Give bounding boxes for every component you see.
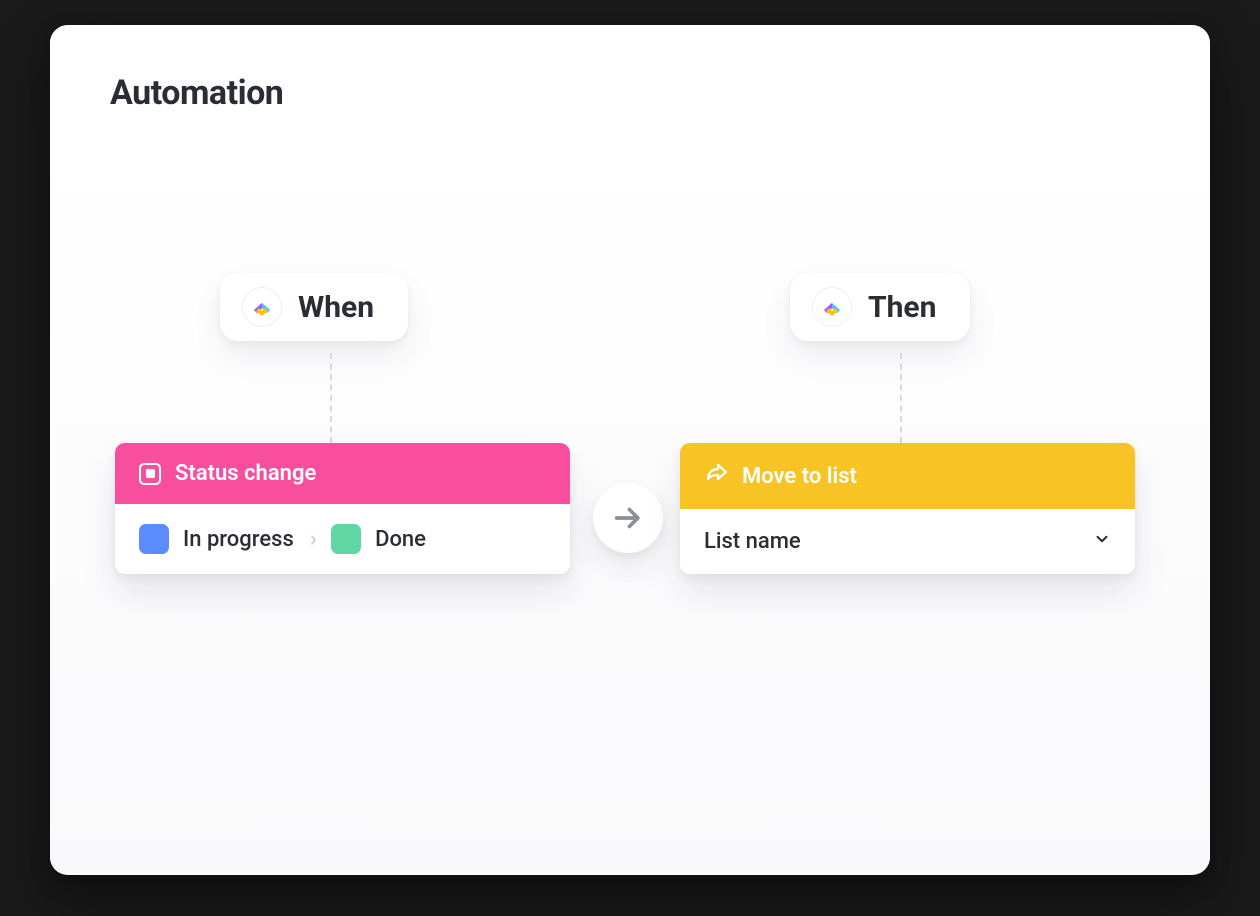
automation-panel: Automation When — [50, 25, 1210, 875]
share-arrow-icon — [704, 461, 728, 491]
then-pill[interactable]: Then — [790, 273, 970, 341]
when-label: When — [298, 290, 374, 325]
trigger-card[interactable]: Status change In progress ›› Done — [115, 443, 570, 574]
trigger-body: In progress ›› Done — [115, 504, 570, 574]
then-label: Then — [868, 290, 936, 325]
from-status-label: In progress — [183, 527, 294, 552]
panel-header: Automation — [50, 25, 1210, 143]
transition-arrow-icon: ›› — [308, 527, 317, 552]
clickup-logo-icon — [242, 287, 282, 327]
list-select-placeholder: List name — [704, 529, 801, 554]
status-change-icon — [139, 463, 161, 485]
action-card[interactable]: Move to list List name — [680, 443, 1135, 574]
action-label: Move to list — [742, 464, 857, 489]
connector-line — [900, 353, 902, 443]
flow-arrow — [593, 483, 663, 553]
when-pill[interactable]: When — [220, 273, 408, 341]
trigger-header[interactable]: Status change — [115, 443, 570, 504]
chevron-down-icon — [1093, 529, 1111, 554]
status-color-swatch — [139, 524, 169, 554]
arrow-right-icon — [611, 501, 645, 535]
action-header[interactable]: Move to list — [680, 443, 1135, 509]
clickup-logo-icon — [812, 287, 852, 327]
automation-canvas: When Then Status change — [50, 143, 1210, 873]
action-body: List name — [680, 509, 1135, 574]
to-status-label: Done — [375, 527, 426, 552]
page-title: Automation — [110, 73, 1150, 113]
list-select-dropdown[interactable]: List name — [704, 529, 1111, 554]
trigger-label: Status change — [175, 461, 316, 486]
connector-line — [330, 353, 332, 443]
status-color-swatch — [331, 524, 361, 554]
